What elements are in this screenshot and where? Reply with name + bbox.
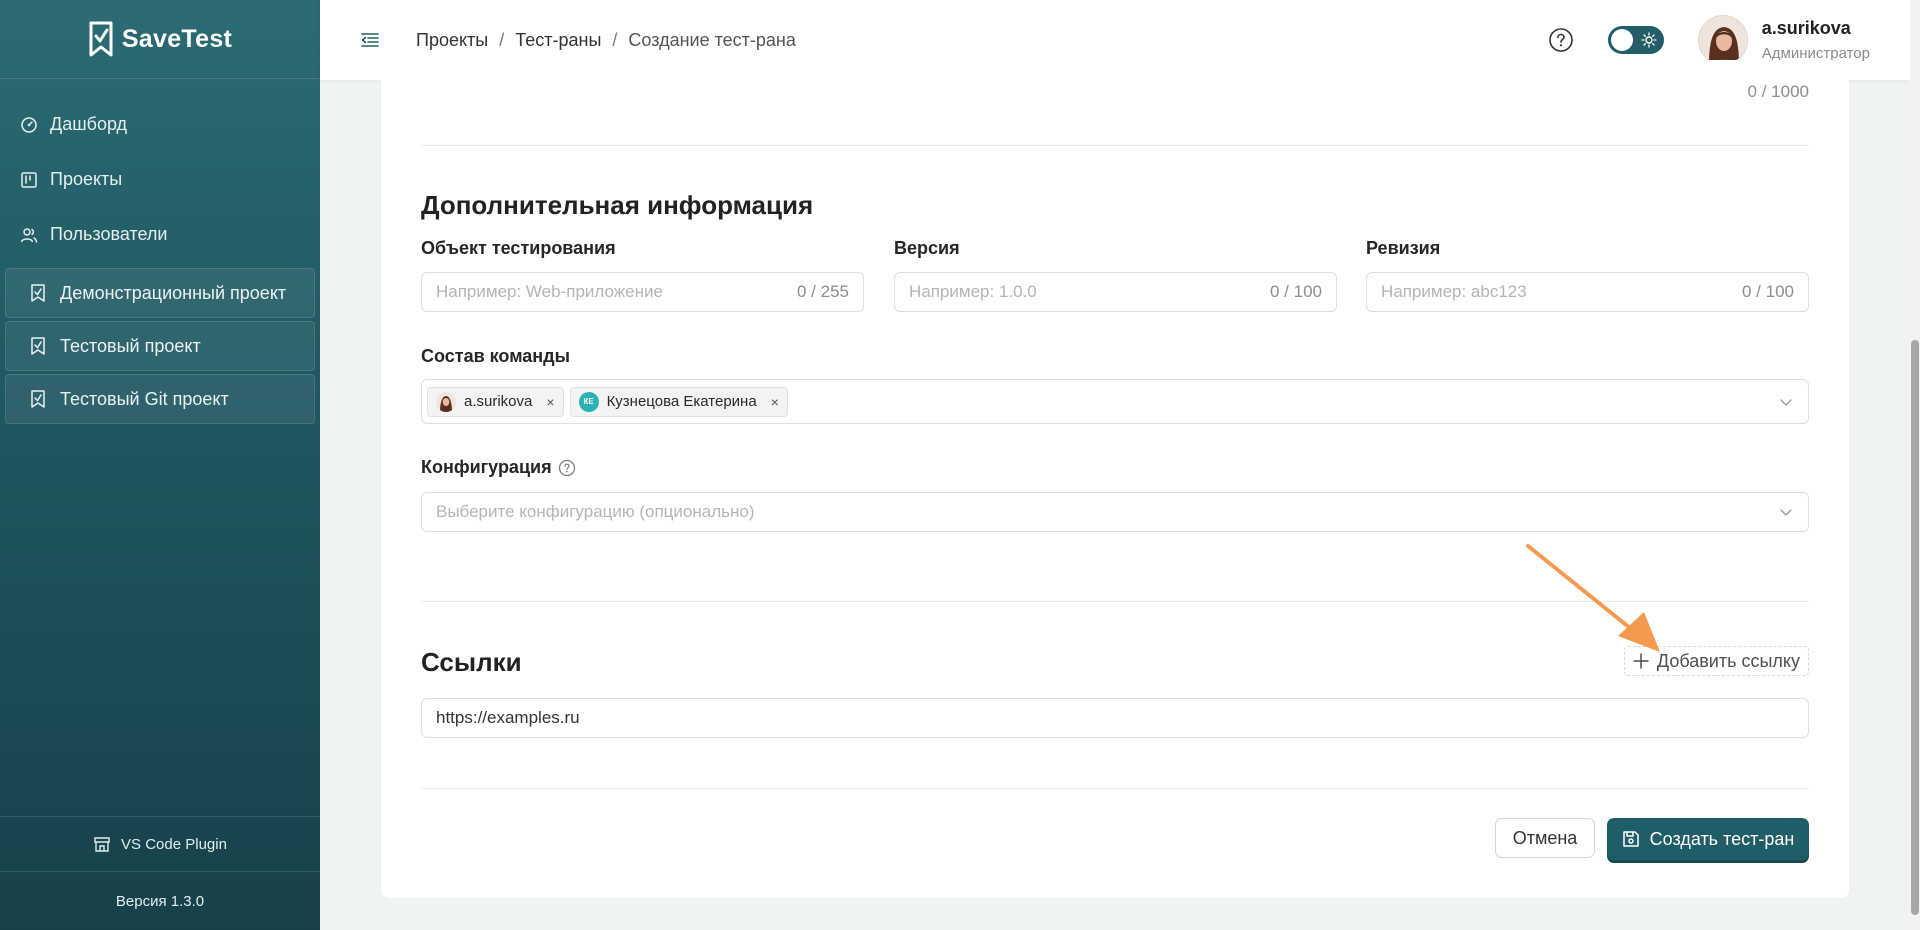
store-icon [94, 837, 110, 852]
vscode-plugin-link[interactable]: VS Code Plugin [0, 816, 320, 872]
scrollbar-thumb[interactable] [1911, 340, 1919, 915]
additional-info-title: Дополнительная информация [421, 190, 814, 220]
nav-item-label: Пользователи [50, 224, 168, 244]
menu-collapse-button[interactable] [358, 28, 382, 52]
project-label: Тестовый Git проект [60, 388, 229, 409]
board-icon [21, 171, 37, 188]
app-version: Версия 1.3.0 [115, 892, 205, 910]
sun-icon [1641, 32, 1657, 48]
revision-counter: 0 / 100 [1742, 282, 1794, 301]
breadcrumb-separator: / [499, 29, 505, 50]
page-scrollbar[interactable] [1910, 0, 1920, 930]
sidebar-project-git[interactable]: Тестовый Git проект [5, 374, 315, 424]
section-divider [421, 145, 1809, 146]
dashboard-icon [21, 116, 37, 133]
revision-input[interactable]: Например: abc123 0 / 100 [1366, 272, 1809, 312]
revision-placeholder: Например: abc123 [1381, 282, 1527, 301]
team-tag: КЕ Кузнецова Екатерина × [569, 386, 788, 417]
breadcrumb-projects[interactable]: Проекты [416, 30, 488, 51]
checklist-icon [31, 284, 45, 302]
main-nav: Дашборд Проекты Пользователи Демонстраци… [0, 79, 320, 424]
logo-text: SaveTest [121, 24, 233, 53]
tag-remove-button[interactable]: × [546, 394, 554, 410]
test-run-form-card: 0 / 1000 Дополнительная информация Объек… [381, 60, 1849, 898]
breadcrumb-test-runs[interactable]: Тест-раны [515, 30, 601, 51]
toggle-knob [1610, 29, 1633, 51]
project-list: Демонстрационный проект Тестовый проект … [0, 268, 320, 424]
checklist-icon [31, 337, 45, 355]
create-test-run-button[interactable]: Создать тест-ран [1607, 818, 1809, 860]
section-divider [421, 601, 1809, 602]
sidebar-project-test[interactable]: Тестовый проект [5, 321, 315, 371]
nav-item-projects[interactable]: Проекты [0, 152, 320, 207]
sidebar: SaveTest Дашборд Проекты Пользователи Де… [0, 0, 320, 930]
project-label: Демонстрационный проект [60, 282, 287, 303]
team-select[interactable]: a.surikova × КЕ Кузнецова Екатерина × [421, 379, 1809, 424]
config-label: Конфигурация [421, 457, 576, 478]
object-counter: 0 / 255 [797, 282, 849, 301]
version-input[interactable]: Например: 1.0.0 0 / 100 [894, 272, 1337, 312]
link-input[interactable]: https://examples.ru [421, 698, 1809, 738]
tag-label: a.surikova [464, 393, 533, 410]
team-label: Состав команды [421, 346, 570, 366]
avatar-photo [436, 391, 456, 412]
team-tags: a.surikova × КЕ Кузнецова Екатерина × [427, 386, 1778, 417]
nav-item-label: Дашборд [50, 114, 128, 134]
description-counter: 0 / 1000 [1747, 82, 1809, 101]
nav-item-users[interactable]: Пользователи [0, 207, 320, 262]
create-label: Создать тест-ран [1649, 828, 1795, 849]
plugin-label: VS Code Plugin [121, 835, 227, 853]
breadcrumb: Проекты / Тест-раны / Создание тест-рана [416, 30, 796, 51]
config-label-text: Конфигурация [421, 457, 552, 477]
cancel-button[interactable]: Отмена [1495, 818, 1595, 858]
tag-label: Кузнецова Екатерина [606, 393, 757, 410]
sidebar-footer: VS Code Plugin Версия 1.3.0 [0, 816, 320, 930]
nav-item-label: Проекты [50, 169, 123, 189]
sidebar-project-demo[interactable]: Демонстрационный проект [5, 268, 315, 318]
links-title: Ссылки [421, 647, 522, 677]
revision-label: Ревизия [1366, 238, 1441, 258]
tag-remove-button[interactable]: × [771, 394, 779, 410]
breadcrumb-separator: / [612, 29, 618, 50]
tag-avatar-initials: КЕ [578, 391, 599, 412]
chevron-down-icon [1780, 509, 1792, 516]
app-logo[interactable]: SaveTest [0, 0, 320, 79]
object-input[interactable]: Например: Web-приложение 0 / 255 [421, 272, 864, 312]
version-placeholder: Например: 1.0.0 [909, 282, 1037, 301]
version-label: Версия [894, 238, 960, 258]
breadcrumb-current: Создание тест-рана [628, 29, 796, 50]
config-select[interactable]: Выберите конфигурацию (опционально) [421, 492, 1809, 532]
chevron-down-icon [1780, 398, 1792, 406]
object-label: Объект тестирования [421, 238, 616, 258]
user-avatar[interactable] [1697, 15, 1748, 65]
user-info[interactable]: a.surikova Администратор [1762, 18, 1870, 62]
section-divider [421, 788, 1809, 789]
help-circle-icon[interactable] [558, 459, 576, 477]
nav-item-dashboard[interactable]: Дашборд [0, 97, 320, 152]
avatar-photo [1698, 16, 1747, 64]
link-value: https://examples.ru [436, 708, 580, 727]
tag-avatar [436, 391, 456, 412]
save-icon [1622, 831, 1639, 847]
plus-icon [1633, 653, 1649, 669]
user-name: a.surikova [1761, 18, 1851, 38]
users-icon [20, 227, 38, 243]
help-icon[interactable] [1548, 27, 1574, 53]
object-placeholder: Например: Web-приложение [436, 282, 663, 301]
add-link-button[interactable]: Добавить ссылку [1623, 646, 1809, 676]
logo-icon [89, 21, 113, 57]
version-counter: 0 / 100 [1270, 282, 1322, 301]
project-label: Тестовый проект [60, 335, 201, 356]
menu-fold-icon [361, 33, 379, 47]
add-link-label: Добавить ссылку [1656, 650, 1800, 671]
team-tag: a.surikova × [427, 386, 564, 417]
config-placeholder: Выберите конфигурацию (опционально) [436, 502, 755, 521]
theme-toggle[interactable] [1607, 26, 1664, 54]
checklist-icon [31, 390, 45, 408]
